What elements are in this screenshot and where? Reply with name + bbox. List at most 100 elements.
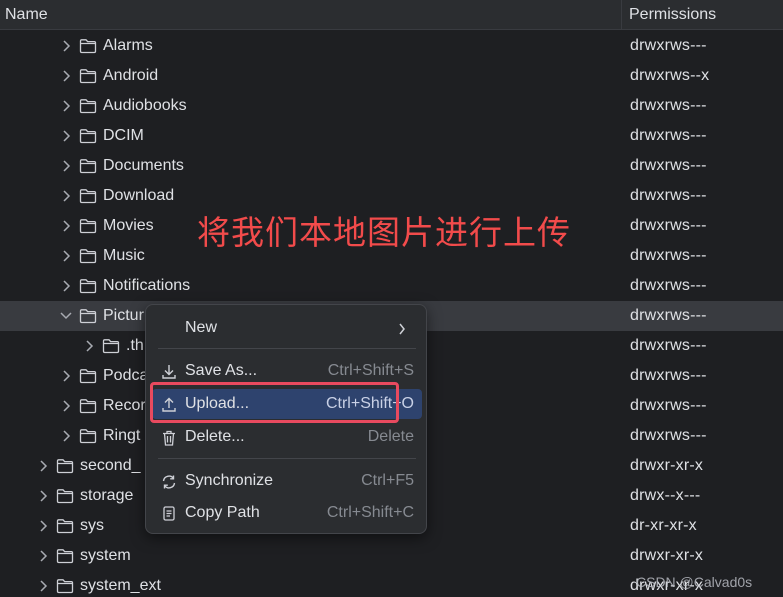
folder-name: storage bbox=[80, 487, 134, 504]
folder-permissions: drwxrws--x bbox=[630, 67, 710, 84]
menu-item-copy-path[interactable]: Copy Path Ctrl+Shift+C bbox=[152, 498, 422, 528]
folder-permissions: drwxrws--- bbox=[630, 37, 707, 54]
folder-permissions: drwxrws--- bbox=[630, 217, 707, 234]
folder-permissions: drwx--x--- bbox=[630, 487, 701, 504]
tree-row[interactable]: DCIM drwxrws--- bbox=[0, 121, 783, 151]
folder-permissions: drwxrws--- bbox=[630, 277, 707, 294]
watermark: CSDN @Calvad0s bbox=[636, 574, 753, 590]
trash-icon bbox=[160, 429, 178, 447]
folder-permissions: drwxrws--- bbox=[630, 397, 707, 414]
folder-icon bbox=[79, 38, 97, 54]
folder-name: Recor bbox=[103, 397, 146, 414]
folder-icon bbox=[56, 458, 74, 474]
folder-permissions: drwxr-xr-x bbox=[630, 457, 704, 474]
chevron-down-icon[interactable] bbox=[59, 311, 72, 325]
folder-icon bbox=[79, 128, 97, 144]
folder-name: Ringt bbox=[103, 427, 141, 444]
tree-row[interactable]: Alarms drwxrws--- bbox=[0, 31, 783, 61]
folder-icon bbox=[56, 578, 74, 594]
folder-permissions: drwxrws--- bbox=[630, 247, 707, 264]
folder-name: second_ bbox=[80, 457, 141, 474]
menu-item-label: Synchronize bbox=[185, 472, 274, 489]
tree-row[interactable]: system drwxr-xr-x bbox=[0, 541, 783, 571]
folder-icon bbox=[79, 188, 97, 204]
chevron-right-icon[interactable] bbox=[61, 69, 71, 83]
chevron-right-icon[interactable] bbox=[61, 399, 71, 413]
chevron-right-icon[interactable] bbox=[61, 279, 71, 293]
folder-name: Download bbox=[103, 187, 175, 204]
folder-icon bbox=[79, 218, 97, 234]
folder-name: Alarms bbox=[103, 37, 153, 54]
folder-permissions: drwxrws--- bbox=[630, 187, 707, 204]
folder-name: DCIM bbox=[103, 127, 144, 144]
chevron-right-icon[interactable] bbox=[61, 369, 71, 383]
chevron-right-icon[interactable] bbox=[38, 459, 48, 473]
folder-icon bbox=[56, 488, 74, 504]
menu-item-shortcut: Ctrl+Shift+C bbox=[326, 504, 414, 521]
folder-name: system_ext bbox=[80, 577, 161, 594]
chevron-right-icon[interactable] bbox=[38, 549, 48, 563]
folder-name: Pictur bbox=[103, 307, 144, 324]
chevron-right-icon[interactable] bbox=[61, 159, 71, 173]
folder-icon bbox=[79, 248, 97, 264]
annotation-text: 将我们本地图片进行上传 bbox=[197, 213, 571, 252]
chevron-right-icon[interactable] bbox=[38, 579, 48, 593]
menu-item-label: Save As... bbox=[185, 362, 258, 379]
copy-icon bbox=[160, 505, 178, 523]
column-divider[interactable] bbox=[621, 0, 622, 30]
upload-highlight-box bbox=[150, 382, 399, 423]
menu-item-label: Copy Path bbox=[185, 504, 260, 521]
menu-item-synchronize[interactable]: Synchronize Ctrl+F5 bbox=[152, 466, 422, 496]
menu-item-new[interactable]: New bbox=[152, 313, 422, 343]
folder-name: .th bbox=[126, 337, 144, 354]
menu-item-shortcut: Ctrl+F5 bbox=[361, 472, 414, 489]
folder-icon bbox=[79, 68, 97, 84]
folder-icon bbox=[79, 158, 97, 174]
submenu-arrow-icon bbox=[398, 322, 406, 340]
folder-permissions: drwxrws--- bbox=[630, 337, 707, 354]
folder-permissions: dr-xr-xr-x bbox=[630, 517, 697, 534]
table-header: Name Permissions bbox=[0, 0, 783, 30]
menu-item-delete[interactable]: Delete... Delete bbox=[152, 422, 422, 452]
menu-item-label: Delete... bbox=[185, 428, 245, 445]
chevron-right-icon[interactable] bbox=[38, 519, 48, 533]
folder-name: Documents bbox=[103, 157, 184, 174]
folder-icon bbox=[56, 518, 74, 534]
tree-row[interactable]: Audiobooks drwxrws--- bbox=[0, 91, 783, 121]
folder-icon bbox=[56, 548, 74, 564]
tree-row[interactable]: Documents drwxrws--- bbox=[0, 151, 783, 181]
folder-name: Notifications bbox=[103, 277, 191, 294]
folder-name: system bbox=[80, 547, 131, 564]
download-icon bbox=[160, 363, 178, 381]
folder-icon bbox=[79, 428, 97, 444]
column-header-permissions[interactable]: Permissions bbox=[629, 6, 716, 24]
folder-name: Audiobooks bbox=[103, 97, 187, 114]
folder-name: Podca bbox=[103, 367, 149, 384]
menu-item-label: New bbox=[185, 319, 218, 336]
folder-icon bbox=[79, 308, 97, 324]
menu-item-shortcut: Delete bbox=[367, 428, 414, 445]
chevron-right-icon[interactable] bbox=[61, 219, 71, 233]
sync-icon bbox=[160, 473, 178, 491]
chevron-right-icon[interactable] bbox=[38, 489, 48, 503]
tree-row[interactable]: Notifications drwxrws--- bbox=[0, 271, 783, 301]
folder-icon bbox=[79, 98, 97, 114]
folder-permissions: drwxrws--- bbox=[630, 127, 707, 144]
folder-icon bbox=[79, 398, 97, 414]
folder-permissions: drwxrws--- bbox=[630, 157, 707, 174]
column-header-name[interactable]: Name bbox=[5, 6, 48, 24]
folder-permissions: drwxrws--- bbox=[630, 367, 707, 384]
chevron-right-icon[interactable] bbox=[61, 39, 71, 53]
folder-permissions: drwxr-xr-x bbox=[630, 547, 704, 564]
chevron-right-icon[interactable] bbox=[61, 99, 71, 113]
menu-item-shortcut: Ctrl+Shift+S bbox=[327, 362, 414, 379]
chevron-right-icon[interactable] bbox=[61, 129, 71, 143]
tree-row[interactable]: Android drwxrws--x bbox=[0, 61, 783, 91]
chevron-right-icon[interactable] bbox=[84, 339, 94, 353]
menu-separator bbox=[158, 348, 416, 349]
chevron-right-icon[interactable] bbox=[61, 429, 71, 443]
folder-name: sys bbox=[80, 517, 104, 534]
chevron-right-icon[interactable] bbox=[61, 189, 71, 203]
chevron-right-icon[interactable] bbox=[61, 249, 71, 263]
folder-permissions: drwxrws--- bbox=[630, 307, 707, 324]
